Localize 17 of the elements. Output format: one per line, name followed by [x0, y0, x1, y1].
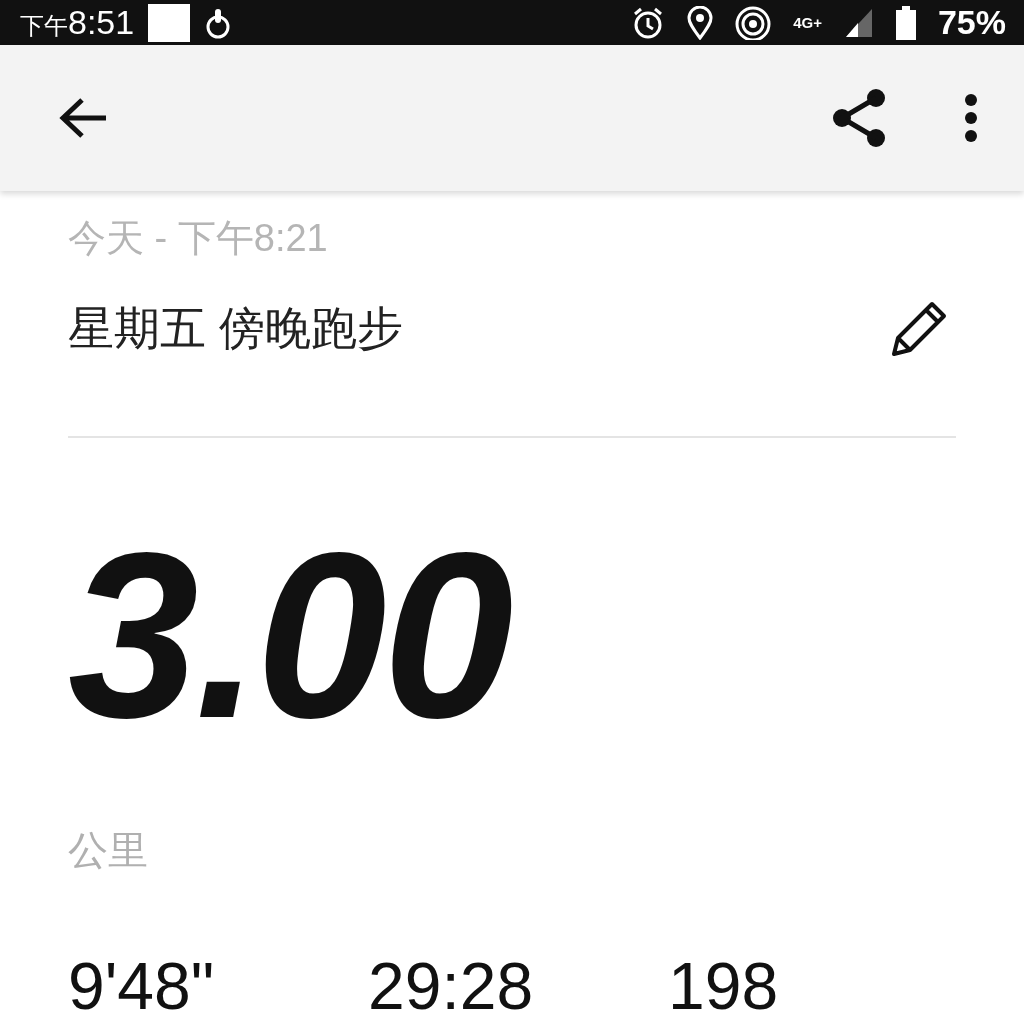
clock: 下午8:51	[20, 3, 135, 43]
run-date: 今天 - 下午8:21	[68, 216, 329, 261]
run-title: 星期五 傍晚跑步	[68, 301, 403, 356]
stat-value: 9'48"	[68, 948, 216, 1024]
more-icon[interactable]	[964, 93, 978, 144]
share-icon[interactable]	[832, 88, 888, 149]
stat-value: 29:28	[368, 948, 535, 1024]
back-icon[interactable]	[58, 96, 108, 141]
battery-percentage: 75%	[937, 3, 1006, 43]
distance-unit: 公里	[68, 827, 149, 874]
location-icon	[687, 5, 714, 40]
notification-icon	[148, 3, 191, 42]
network-label: 4G+	[793, 14, 822, 32]
distance-value: 3.00	[68, 518, 511, 753]
stat-value: 198	[668, 948, 779, 1024]
hotspot-icon	[735, 5, 772, 40]
battery-icon	[895, 5, 916, 40]
